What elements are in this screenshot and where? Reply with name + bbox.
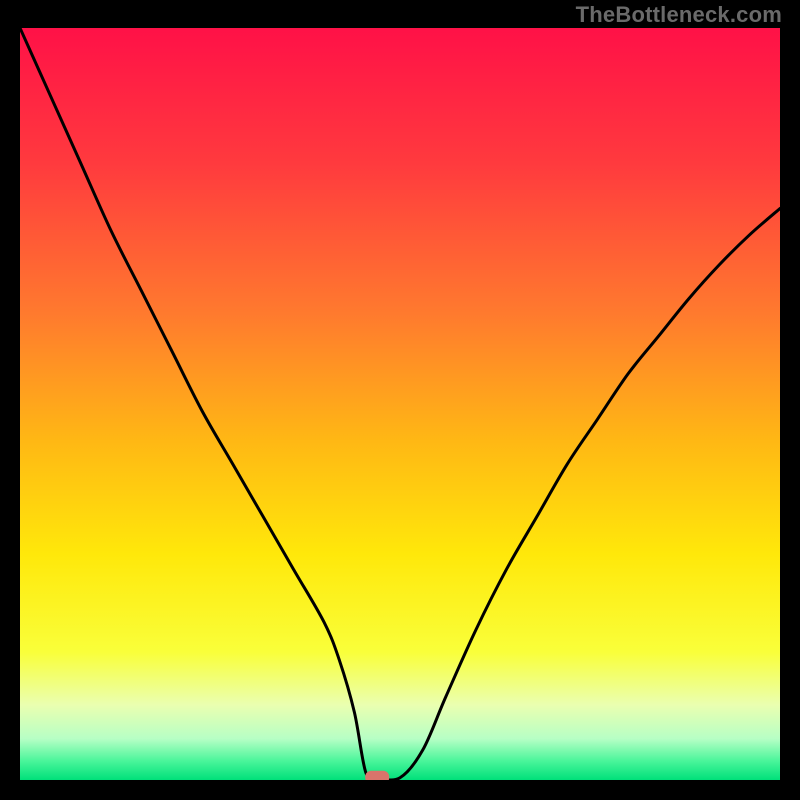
- bottleneck-chart: [20, 28, 780, 780]
- chart-container: TheBottleneck.com: [0, 0, 800, 800]
- plot-area: [20, 28, 780, 780]
- gradient-background: [20, 28, 780, 780]
- watermark-text: TheBottleneck.com: [576, 2, 782, 28]
- minimum-marker: [365, 771, 389, 780]
